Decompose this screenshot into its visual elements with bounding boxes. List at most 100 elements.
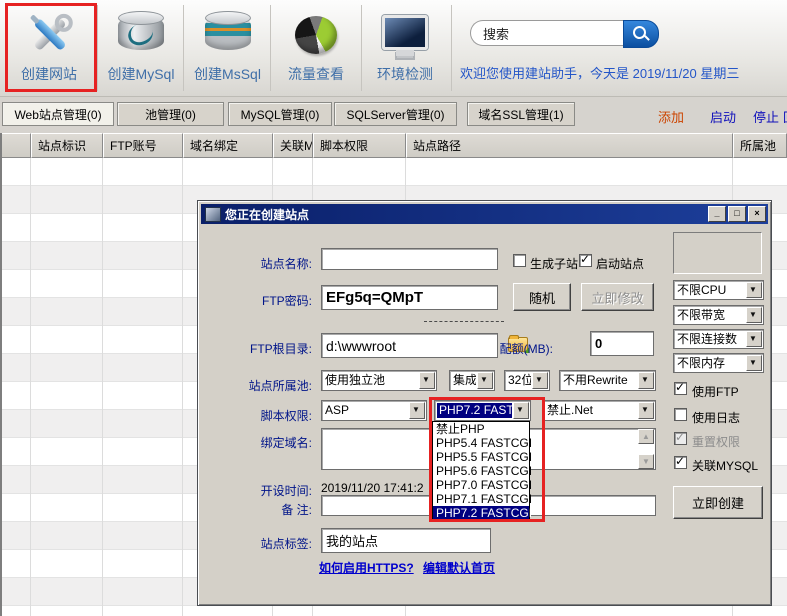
- search-input[interactable]: [470, 20, 623, 46]
- tab-web-site-manage[interactable]: Web站点管理(0): [2, 102, 114, 126]
- start-link[interactable]: 启动: [710, 107, 736, 126]
- focus-dashes-artifact: [424, 321, 504, 322]
- chevron-down-icon[interactable]: [746, 331, 762, 347]
- table-header[interactable]: 关联My...: [273, 133, 313, 158]
- dialog-title: 您正在创建站点: [225, 206, 706, 223]
- chevron-down-icon[interactable]: [638, 402, 654, 419]
- dialog-titlebar[interactable]: 您正在创建站点 _ □ ×: [201, 204, 768, 224]
- site-name-input[interactable]: [321, 248, 498, 270]
- chevron-down-icon[interactable]: [746, 355, 762, 371]
- toolbar-divider: [97, 5, 98, 91]
- site-tag-input[interactable]: [321, 528, 491, 553]
- chevron-down-icon[interactable]: [746, 282, 762, 298]
- php-dropdown-option[interactable]: PHP5.4 FASTCGI: [433, 436, 529, 450]
- chevron-down-icon[interactable]: [638, 372, 654, 389]
- table-header-row: 站点标识 FTP账号 域名绑定 关联My... 脚本权限 站点路径 所属池: [0, 133, 787, 158]
- bits-combobox[interactable]: 32位: [504, 370, 550, 391]
- create-website-button[interactable]: 创建网站: [2, 2, 96, 92]
- table-header[interactable]: 站点路径: [406, 133, 733, 158]
- php-dropdown-option[interactable]: 禁止PHP: [433, 422, 529, 436]
- link-mysql-checkbox[interactable]: [674, 456, 687, 469]
- close-button[interactable]: ×: [748, 206, 766, 222]
- start-site-checkbox[interactable]: [579, 254, 592, 267]
- traffic-view-button[interactable]: 流量查看: [272, 2, 360, 92]
- maximize-button[interactable]: □: [728, 206, 746, 222]
- php-dropdown-option[interactable]: PHP7.1 FASTCGI: [433, 492, 529, 506]
- php-dropdown-option[interactable]: PHP7.0 FASTCGI: [433, 478, 529, 492]
- php-dropdown-option[interactable]: PHP5.5 FASTCGI: [433, 450, 529, 464]
- mode-combobox[interactable]: 集成: [449, 370, 495, 391]
- connections-limit-combobox[interactable]: 不限连接数: [673, 329, 764, 349]
- scroll-down-icon[interactable]: ▼: [638, 454, 654, 469]
- table-header[interactable]: FTP账号: [103, 133, 183, 158]
- tab-mysql-manage[interactable]: MySQL管理(0): [228, 102, 332, 126]
- pool-combobox[interactable]: 使用独立池: [321, 370, 437, 391]
- enable-https-link[interactable]: 如何启用HTTPS?: [319, 559, 414, 576]
- create-mssql-button[interactable]: 创建MsSql: [185, 2, 270, 92]
- bandwidth-limit-combobox[interactable]: 不限带宽: [673, 305, 764, 325]
- dialog-icon: [205, 207, 221, 222]
- add-link[interactable]: 添加: [658, 107, 684, 126]
- toolbar-button-label: 创建MsSql: [185, 64, 270, 84]
- chevron-down-icon[interactable]: [746, 307, 762, 323]
- rewrite-combobox[interactable]: 不用Rewrite: [559, 370, 656, 391]
- chevron-down-icon[interactable]: [532, 372, 548, 389]
- chevron-down-icon[interactable]: [513, 402, 529, 419]
- quota-input[interactable]: [590, 331, 654, 356]
- chevron-down-icon[interactable]: [477, 372, 493, 389]
- table-header[interactable]: 站点标识: [31, 133, 103, 158]
- ftp-root-input[interactable]: [321, 333, 498, 358]
- toolbar-divider: [361, 5, 362, 91]
- toolbar: 创建网站 创建MySql 创建MsSql 流量查看 环境检测 欢迎您使用建站助手…: [0, 0, 787, 97]
- toolbar-button-label: 创建网站: [2, 64, 96, 84]
- cpu-limit-combobox[interactable]: 不限CPU: [673, 280, 764, 300]
- create-now-button[interactable]: 立即创建: [673, 486, 763, 519]
- ftp-password-input[interactable]: [321, 285, 498, 310]
- pool-label: 站点所属池:: [216, 377, 312, 394]
- php-dropdown-list: 禁止PHP PHP5.4 FASTCGI PHP5.5 FASTCGI PHP5…: [432, 421, 530, 521]
- pie-chart-icon: [290, 10, 342, 58]
- minimize-button[interactable]: _: [708, 206, 726, 222]
- modify-now-button[interactable]: 立即修改: [581, 283, 654, 311]
- asp-combobox[interactable]: ASP: [321, 400, 427, 421]
- monitor-icon: [379, 10, 431, 58]
- env-check-button[interactable]: 环境检测: [362, 2, 448, 92]
- table-header[interactable]: 脚本权限: [313, 133, 406, 158]
- grid-line: [182, 158, 183, 616]
- tools-icon: [23, 10, 75, 58]
- php-dropdown-option-selected[interactable]: PHP7.2 FASTCGI: [433, 506, 529, 520]
- tab-domain-ssl-manage[interactable]: 域名SSL管理(1): [467, 102, 575, 126]
- net-combobox[interactable]: 禁止.Net: [543, 400, 656, 421]
- grid-line: [102, 158, 103, 616]
- use-log-checkbox[interactable]: [674, 408, 687, 421]
- tab-pool-manage[interactable]: 池管理(0): [117, 102, 224, 126]
- textarea-scrollbar[interactable]: ▲ ▼: [638, 429, 655, 469]
- chevron-down-icon[interactable]: [419, 372, 435, 389]
- random-password-button[interactable]: 随机: [513, 283, 571, 311]
- search-icon: [633, 26, 646, 39]
- php-combobox[interactable]: PHP7.2 FASTCGI: [434, 400, 531, 421]
- recycle-link-clipped[interactable]: 回收: [783, 107, 787, 123]
- use-ftp-checkbox[interactable]: [674, 382, 687, 395]
- search-button[interactable]: [623, 20, 659, 48]
- chevron-down-icon[interactable]: [409, 402, 425, 419]
- php-dropdown-option[interactable]: PHP5.6 FASTCGI: [433, 464, 529, 478]
- stop-link[interactable]: 停止: [753, 107, 779, 126]
- create-mysql-button[interactable]: 创建MySql: [99, 2, 183, 92]
- toolbar-divider: [270, 5, 271, 91]
- gen-subsite-checkbox[interactable]: [513, 254, 526, 267]
- table-header[interactable]: 所属池: [733, 133, 787, 158]
- site-tag-label: 站点标签:: [216, 535, 312, 552]
- memory-limit-combobox[interactable]: 不限内存: [673, 353, 764, 373]
- grid-line: [30, 158, 31, 616]
- preview-frame: [673, 232, 762, 274]
- table-header[interactable]: 域名绑定: [183, 133, 273, 158]
- scroll-up-icon[interactable]: ▲: [638, 429, 654, 444]
- toolbar-button-label: 创建MySql: [99, 64, 183, 84]
- mssql-database-icon: [202, 10, 254, 58]
- toolbar-divider: [183, 5, 184, 91]
- toolbar-divider: [451, 5, 452, 91]
- edit-default-home-link[interactable]: 编辑默认首页: [423, 559, 495, 576]
- site-name-label: 站点名称:: [216, 255, 312, 272]
- tab-sqlserver-manage[interactable]: SQLServer管理(0): [334, 102, 457, 126]
